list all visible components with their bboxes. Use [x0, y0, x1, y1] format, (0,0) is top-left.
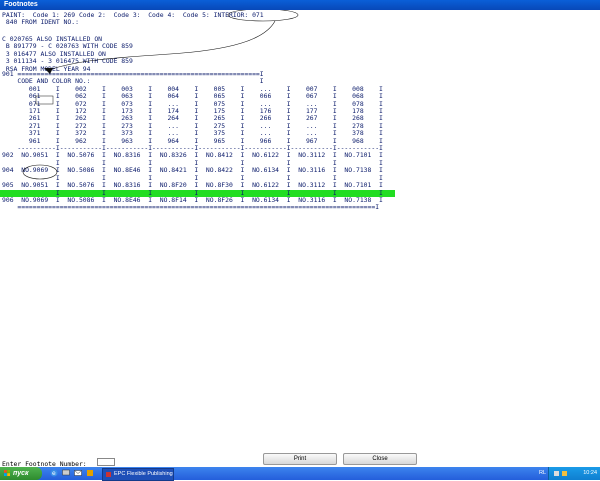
footnote-content: PAINT: Code 1: 269 Code 2: Code 3: Code … [0, 10, 600, 450]
installation-notes: C 020765 ALSO INSTALLED ON B 891779 - C … [2, 35, 133, 73]
quicklaunch-mail-icon[interactable] [74, 469, 82, 477]
close-button[interactable]: Close [343, 453, 417, 465]
network-icon[interactable] [554, 471, 559, 476]
quicklaunch-ie-icon[interactable]: e [50, 469, 58, 477]
print-button[interactable]: Print [263, 453, 337, 465]
taskbar-item-label: EPC Flexible Publishing [114, 471, 173, 477]
epc-app-icon [106, 472, 111, 477]
paint-codes-header: PAINT: Code 1: 269 Code 2: Code 3: Code … [2, 11, 264, 27]
system-tray: 10:24 [548, 467, 600, 480]
start-label: пуск [13, 470, 29, 477]
footnote-number-input[interactable] [97, 458, 115, 466]
svg-text:e: e [52, 470, 56, 477]
taskbar-clock: 10:24 [583, 470, 597, 476]
window-title-bar: Footnotes [0, 0, 600, 10]
taskbar-item-epc[interactable]: EPC Flexible Publishing [102, 468, 174, 481]
window-title: Footnotes [4, 1, 38, 8]
start-button[interactable]: пуск [0, 467, 42, 480]
footnote-code-table: 901 ====================================… [2, 70, 383, 212]
windows-flag-icon [4, 470, 10, 476]
volume-icon[interactable] [562, 471, 567, 476]
quicklaunch-app-icon[interactable] [86, 469, 94, 477]
language-indicator[interactable]: RL [539, 470, 546, 476]
quicklaunch-desktop-icon[interactable] [62, 469, 70, 477]
windows-taskbar: пуск e EPC Flexible Publishing RL 10:24 [0, 467, 600, 481]
